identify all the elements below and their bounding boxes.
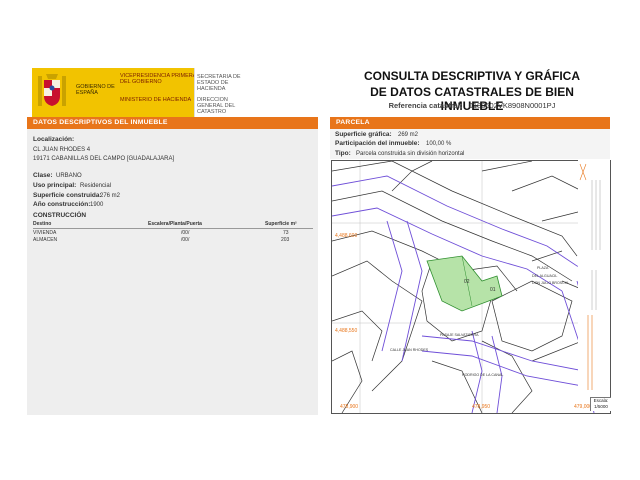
row2-destino: ALMACEN: [33, 237, 58, 243]
anio-label: Año construcción:: [33, 201, 91, 208]
participacion-label: Participación del inmueble:: [335, 140, 420, 147]
scale-value: 1/5000: [594, 403, 608, 409]
scale-box: Escala: 1/5000: [590, 397, 611, 411]
superficie-value: 276 m2: [100, 193, 121, 199]
col-escalera: Escalera/Planta/Puerta: [148, 221, 202, 227]
map-drawing: 4,488,600 4,488,550 478,900 478,950 479,…: [332, 161, 610, 413]
ref-label: Referencia catastral:: [388, 101, 463, 110]
grafica-value: 269 m2: [398, 132, 419, 138]
ref-value: 0188602VK8908N0001PJ: [468, 101, 556, 110]
document-title-line1: CONSULTA DESCRIPTIVA Y GRÁFICA: [363, 69, 580, 83]
street-label: PLAZA: [537, 266, 549, 270]
referencia-catastral: Referencia catastral: 0188602VK8908N0001…: [340, 101, 604, 110]
tipo-value: Parcela construida sin división horizont…: [356, 151, 465, 157]
participacion-value: 100,00 %: [426, 141, 452, 147]
street-label: CALLE JUAN RHODES: [390, 348, 429, 352]
uso-value: Residencial: [80, 183, 112, 189]
coord-label: 478,900: [340, 404, 358, 410]
col-destino: Destino: [33, 221, 52, 227]
row2-superficie: 203: [281, 237, 290, 243]
ministerio-label: MINISTERIO DE HACIENDA: [120, 97, 192, 103]
coord-label: 478,950: [472, 404, 490, 410]
localizacion-label: Localización:: [33, 136, 75, 143]
uso-label: Uso principal:: [33, 182, 77, 189]
street-label: DEL ALGUACIL: [532, 274, 557, 278]
address-line2: 19171 CABANILLAS DEL CAMPO [GUADALAJARA]: [33, 156, 175, 162]
construccion-table-header: Destino Escalera/Planta/Puerta Superfici…: [33, 221, 313, 229]
coat-of-arms-icon: [38, 74, 66, 106]
vicepresidencia-label: VICEPRESIDENCIA PRIMERA DEL GOBIERNO: [120, 73, 197, 86]
section-bar-parcela: PARCELA: [330, 117, 610, 129]
row1-superficie: 73: [283, 230, 289, 236]
anio-value: 1900: [90, 202, 104, 208]
coord-label: 4,488,550: [335, 328, 357, 334]
clase-value: URBANO: [56, 173, 82, 179]
street-label: BROSCHI: [552, 281, 568, 285]
street-label: RODRIGO DE LA CANAL: [462, 373, 503, 377]
descriptive-data-panel: [27, 129, 318, 415]
coord-label: 4,488,600: [335, 233, 357, 239]
scale-label: Escala:: [593, 398, 609, 403]
section-bar-descriptivos: DATOS DESCRIPTIVOS DEL INMUEBLE: [27, 117, 318, 129]
parcel-label: 02: [464, 279, 470, 285]
row1-destino: VIVIENDA: [33, 230, 57, 236]
tipo-label: Tipo:: [335, 150, 351, 157]
address-line1: CL JUAN RHODES 4: [33, 147, 91, 153]
row2-escalera: /00/: [181, 237, 190, 243]
direccion-label: DIRECCION GENERAL DEL CATASTRO: [197, 97, 236, 116]
parcel-label: 01: [490, 287, 496, 293]
gov-name: GOBIERNO DE ESPAÑA: [76, 84, 115, 97]
clase-label: Clase:: [33, 172, 53, 179]
secretaria-label: SECRETARIA DE ESTADO DE HACIENDA: [197, 74, 241, 93]
grafica-label: Superficie gráfica:: [335, 131, 392, 138]
cadastral-map[interactable]: 4,488,600 4,488,550 478,900 478,950 479,…: [331, 160, 611, 414]
street-label: PASAJE SALVATIERRA: [440, 333, 479, 337]
construccion-title: CONSTRUCCIÓN: [33, 212, 87, 219]
superficie-label: Superficie construida:: [33, 192, 102, 199]
row1-escalera: /00/: [181, 230, 190, 236]
street-label: DON JULIO: [532, 281, 551, 285]
map-legend-strip: [578, 160, 610, 400]
col-superficie: Superficie m²: [265, 221, 297, 227]
